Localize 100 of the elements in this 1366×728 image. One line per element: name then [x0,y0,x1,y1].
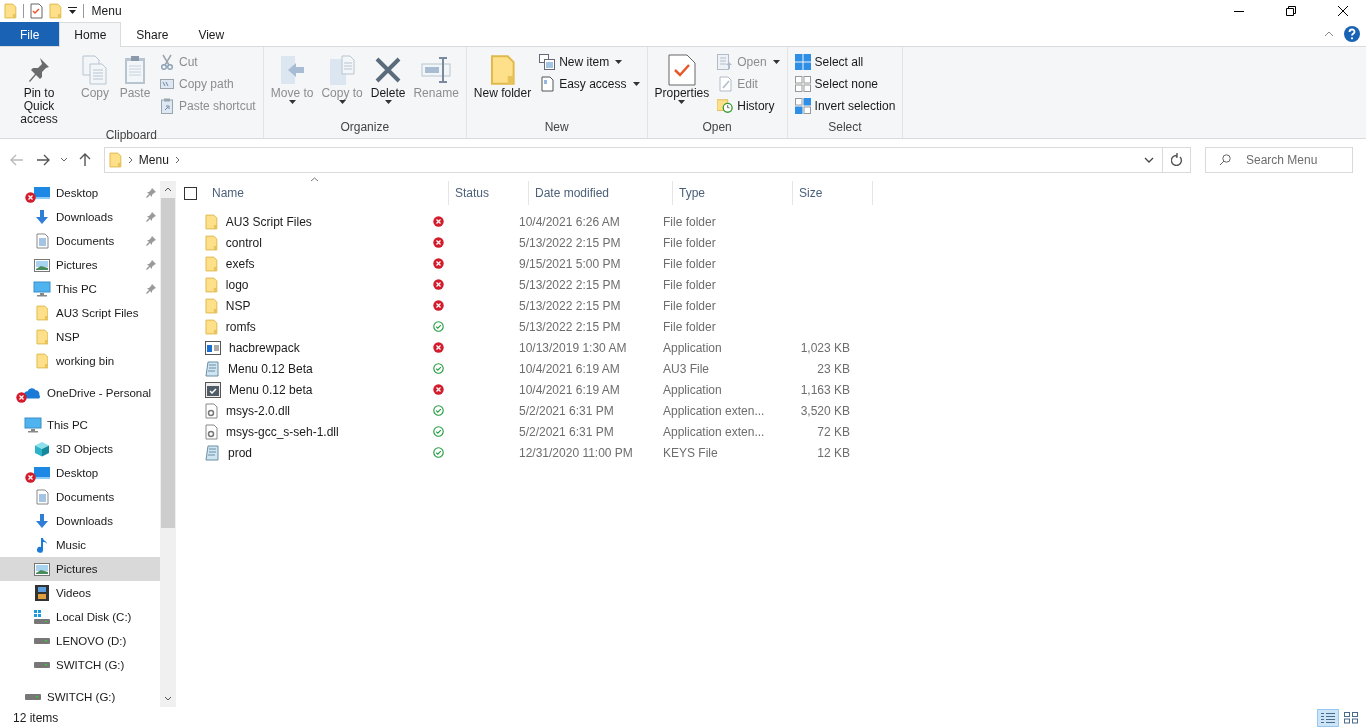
sidebar-item[interactable]: Pictures [0,557,160,581]
cloud-icon [24,386,42,400]
sidebar-item[interactable]: working bin [0,349,160,373]
error-status-icon [433,279,444,290]
scroll-up-icon[interactable] [164,187,172,192]
help-icon[interactable] [1344,26,1360,42]
document-icon [540,76,554,92]
column-header[interactable]: Status [449,181,529,205]
sidebar-item[interactable]: This PC [0,413,160,437]
ribbon-button[interactable]: New folder [470,51,535,120]
error-status-icon [433,342,444,353]
folder-icon [205,318,218,335]
check-circle-icon [433,426,444,437]
disk-drive-icon [33,637,51,645]
cube-icon [34,441,50,457]
shortcut-icon [161,98,173,114]
folder-icon [109,151,122,168]
sidebar-item[interactable]: Downloads [0,205,160,229]
sidebar-item[interactable]: OneDrive - Personal [0,381,160,405]
ribbon-tab[interactable]: File [0,22,60,46]
file-name[interactable]: msys-gcc_s-seh-1.dll [226,424,339,439]
table-cell-text: 5/13/2022 2:15 PM [518,235,622,250]
folder-icon [35,329,49,345]
file-name[interactable]: control [225,235,262,250]
ribbon-button[interactable]: Select all [791,51,899,73]
file-name[interactable]: romfs [225,319,256,334]
sidebar-item[interactable]: Desktop [0,461,160,485]
scroll-down-icon[interactable] [164,696,172,701]
file-name[interactable]: NSP [225,298,251,313]
disk-drive-icon [33,661,51,669]
ribbon-button[interactable]: Select none [791,73,899,95]
column-header[interactable]: Size [793,181,873,205]
column-header[interactable]: Date modified [529,181,673,205]
refresh-button[interactable] [1163,146,1191,173]
ribbon-tab[interactable]: View [183,22,240,46]
file-name[interactable]: Menu 0.12 beta [229,382,313,397]
sidebar-item[interactable]: SWITCH (G:) [0,653,160,677]
column-header[interactable]: Name [206,181,449,205]
sidebar-item[interactable]: 3D Objects [0,437,160,461]
ribbon-button[interactable]: New item [536,51,643,73]
ribbon-button[interactable]: Delete [367,51,409,120]
table-cell-text: File folder [662,256,717,271]
folder-icon [35,353,49,369]
file-name[interactable]: prod [228,445,253,460]
sidebar-item[interactable]: NSP [0,325,160,349]
ribbon-button[interactable]: Easy access [536,73,643,95]
error-status-icon [433,237,444,248]
sidebar-item[interactable]: Local Disk (C:) [0,605,160,629]
disk-drive-icon [24,693,42,701]
table-cell-text: File folder [662,277,717,292]
sidebar-item[interactable]: LENOVO (D:) [0,629,160,653]
file-name[interactable]: exefs [225,256,255,271]
file-name[interactable]: Menu 0.12 Beta [228,361,313,376]
sidebar-item[interactable]: Desktop [0,181,160,205]
download-arrow-icon [34,513,50,529]
table-cell-text: Application exten... [662,424,766,439]
dropdown-icon[interactable] [67,7,77,15]
address-bar[interactable]: Menu [104,146,1163,173]
sidebar-item[interactable]: Pictures [0,253,160,277]
sidebar-item[interactable]: Documents [0,229,160,253]
ribbon-button[interactable]: Pin to Quick access [4,51,74,128]
pin-icon [146,188,156,198]
application-window-icon [205,340,221,355]
scissors-icon [160,54,174,70]
sidebar-item[interactable]: This PC [0,277,160,301]
select-all-icon [794,54,811,70]
dropdown-icon[interactable] [1144,156,1154,163]
sidebar-item[interactable]: Downloads [0,509,160,533]
details-icon [1321,711,1335,724]
scrollbar[interactable] [160,181,176,707]
sidebar-item[interactable]: Documents [0,485,160,509]
table-cell-text: Application [662,340,723,355]
group-label: New [543,120,570,136]
ribbon-tab[interactable]: Share [121,22,184,46]
ribbon-button[interactable]: History [714,95,783,117]
file-name[interactable]: msys-2.0.dll [226,403,290,418]
sidebar-item[interactable]: SWITCH (G:) [0,685,160,707]
column-header[interactable]: Type [673,181,793,205]
table-cell-text: 3,520 KB [799,403,851,418]
sidebar-item[interactable]: Videos [0,581,160,605]
breadcrumb[interactable]: Menu [138,152,169,167]
file-name[interactable]: hacbrewpack [229,340,300,355]
sidebar-item[interactable]: Music [0,533,160,557]
gear-document-icon [205,423,218,440]
collapse-ribbon-icon[interactable] [1324,31,1334,37]
rename-icon [421,55,452,85]
ribbon-tab[interactable]: Home [59,22,122,47]
group-label: Select [827,120,863,136]
details-view-button[interactable] [1317,708,1339,727]
folder-icon [35,305,49,321]
sidebar-item[interactable]: AU3 Script Files [0,301,160,325]
file-name[interactable]: logo [225,277,249,292]
file-name[interactable]: AU3 Script Files [225,214,312,229]
pin-icon [146,212,156,222]
select-all-checkbox[interactable] [184,186,197,200]
ribbon-button[interactable]: Invert selection [791,95,899,117]
search-field[interactable]: Search Menu [1205,146,1353,173]
properties-check-icon[interactable] [29,3,43,19]
ribbon-button[interactable]: Properties [651,51,713,120]
history-icon [717,98,734,114]
